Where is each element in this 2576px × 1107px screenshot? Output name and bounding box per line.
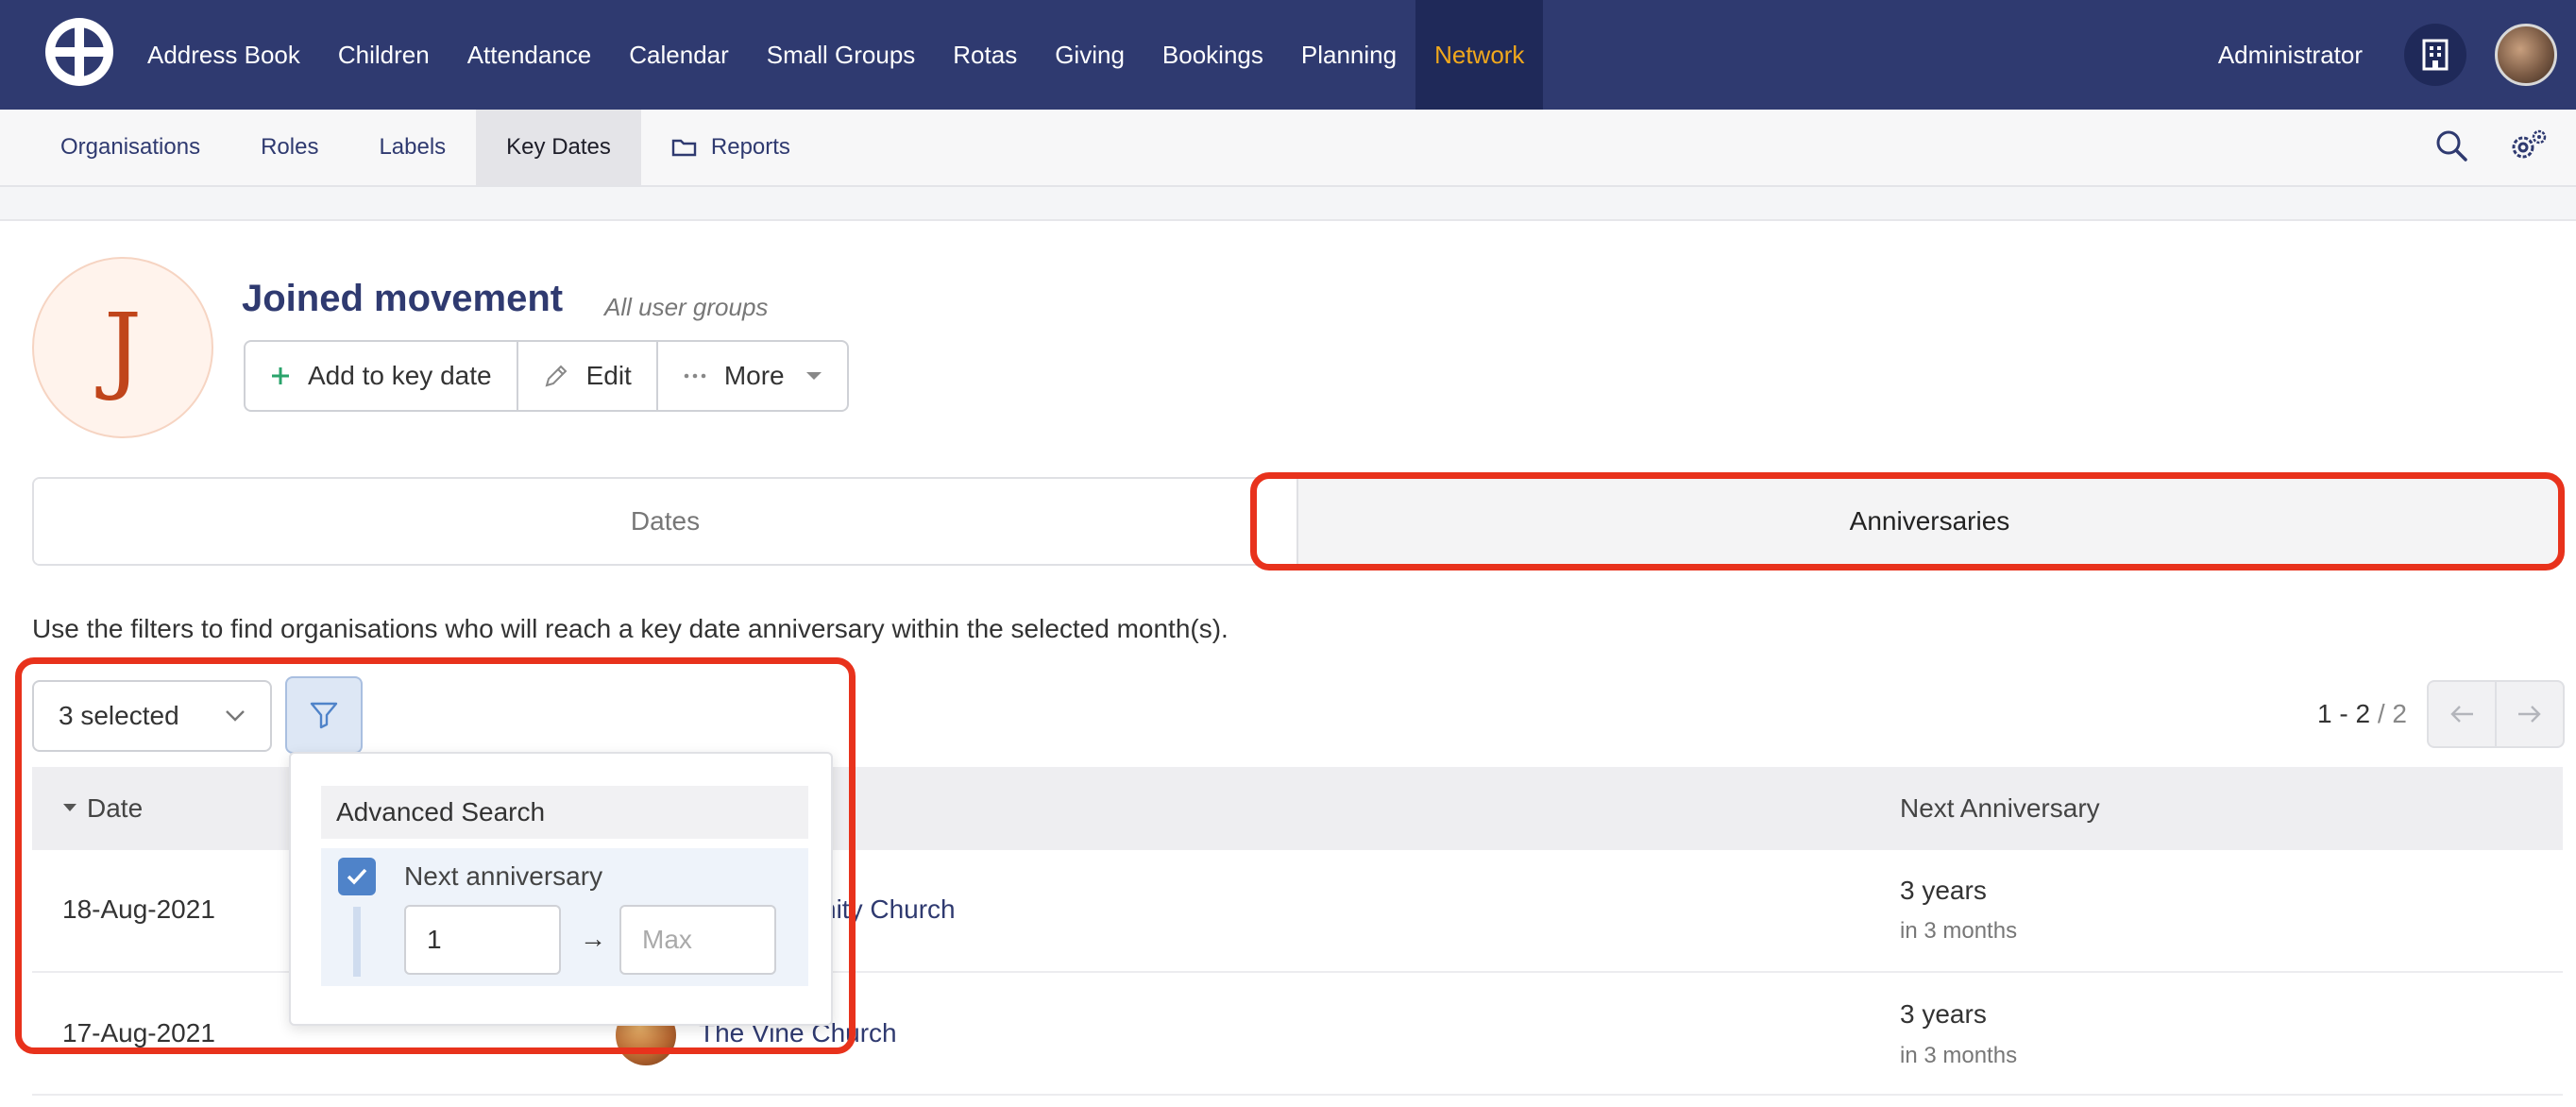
sort-desc-icon[interactable] bbox=[62, 803, 77, 812]
next-anniversary-checkbox[interactable] bbox=[338, 858, 376, 895]
row-when: in 3 months bbox=[1900, 918, 2018, 944]
key-date-avatar: J bbox=[32, 257, 213, 438]
folder-icon bbox=[671, 137, 698, 158]
tab-organisations[interactable]: Organisations bbox=[30, 110, 230, 185]
row-when: in 3 months bbox=[1900, 1043, 2018, 1068]
range-arrow: → bbox=[580, 924, 606, 953]
row-date: 18-Aug-2021 bbox=[62, 894, 215, 924]
filter-icon bbox=[309, 700, 339, 730]
previous-page-button[interactable] bbox=[2429, 682, 2497, 746]
min-years-input[interactable] bbox=[404, 905, 561, 975]
row-years: 3 years bbox=[1900, 876, 1987, 905]
avatar[interactable] bbox=[2495, 24, 2557, 86]
pagination-range: 1 - 2 bbox=[2317, 699, 2371, 728]
logo-icon[interactable] bbox=[45, 18, 113, 86]
nav-item-rotas[interactable]: Rotas bbox=[934, 0, 1036, 110]
tab-roles[interactable]: Roles bbox=[230, 110, 348, 185]
tab-key-dates[interactable]: Key Dates bbox=[476, 110, 641, 185]
plus-icon bbox=[270, 366, 291, 386]
column-header-date[interactable]: Date bbox=[87, 793, 143, 824]
arrow-right-icon bbox=[2517, 704, 2543, 724]
top-navigation-bar: Address Book Children Attendance Calenda… bbox=[0, 0, 2576, 110]
nav-item-giving[interactable]: Giving bbox=[1036, 0, 1144, 110]
more-label: More bbox=[723, 361, 785, 390]
month-select[interactable]: 3 selected bbox=[32, 680, 272, 752]
next-anniversary-filter: Next anniversary → bbox=[321, 848, 808, 986]
nav-item-attendance[interactable]: Attendance bbox=[449, 0, 611, 110]
pencil-icon bbox=[543, 363, 569, 389]
chevron-down-icon bbox=[225, 709, 246, 723]
pagination-total: / 2 bbox=[2377, 699, 2407, 728]
edit-button[interactable]: Edit bbox=[518, 342, 658, 410]
sub-navigation-bar: Organisations Roles Labels Key Dates Rep… bbox=[0, 110, 2576, 187]
nav-item-bookings[interactable]: Bookings bbox=[1144, 0, 1282, 110]
nav-item-address-book[interactable]: Address Book bbox=[128, 0, 319, 110]
page-title: Joined movement bbox=[242, 278, 564, 319]
arrow-left-icon bbox=[2449, 704, 2475, 724]
column-header-next-anniversary[interactable]: Next Anniversary bbox=[1900, 793, 2100, 824]
main-menu: Address Book Children Attendance Calenda… bbox=[128, 0, 1544, 110]
nav-item-planning[interactable]: Planning bbox=[1282, 0, 1415, 110]
pagination-controls bbox=[2427, 680, 2565, 748]
checkmark-icon bbox=[346, 867, 368, 886]
advanced-search-title: Advanced Search bbox=[321, 786, 808, 839]
row-years: 3 years bbox=[1900, 999, 1987, 1029]
edit-label: Edit bbox=[585, 361, 632, 390]
next-page-button[interactable] bbox=[2497, 682, 2563, 746]
search-icon[interactable] bbox=[2434, 128, 2468, 167]
tab-labels[interactable]: Labels bbox=[348, 110, 476, 185]
building-icon[interactable] bbox=[2404, 24, 2466, 86]
max-years-input[interactable] bbox=[619, 905, 776, 975]
advanced-search-popover: Advanced Search Next anniversary → bbox=[289, 752, 833, 1026]
tab-reports[interactable]: Reports bbox=[641, 110, 821, 185]
nav-item-calendar[interactable]: Calendar bbox=[610, 0, 748, 110]
page-subtitle: All user groups bbox=[604, 293, 769, 321]
settings-gear-icon[interactable] bbox=[2508, 128, 2548, 167]
pagination-summary: 1 - 2 / 2 bbox=[2317, 699, 2407, 729]
row-date: 17-Aug-2021 bbox=[62, 1018, 215, 1047]
add-to-key-date-button[interactable]: Add to key date bbox=[246, 342, 518, 410]
nav-item-small-groups[interactable]: Small Groups bbox=[748, 0, 935, 110]
next-anniversary-label: Next anniversary bbox=[404, 861, 603, 891]
filter-indent-bar bbox=[353, 907, 361, 977]
user-role-label[interactable]: Administrator bbox=[2218, 41, 2363, 70]
filter-hint-text: Use the filters to find organisations wh… bbox=[32, 614, 1229, 643]
filter-toggle-button[interactable] bbox=[285, 676, 363, 754]
add-to-key-date-label: Add to key date bbox=[308, 361, 492, 390]
nav-item-network[interactable]: Network bbox=[1415, 0, 1544, 110]
month-select-value: 3 selected bbox=[59, 701, 179, 730]
caret-down-icon bbox=[805, 371, 822, 381]
nav-item-children[interactable]: Children bbox=[319, 0, 449, 110]
ellipsis-icon bbox=[683, 372, 707, 380]
tab-anniversaries[interactable]: Anniversaries bbox=[1298, 479, 2561, 564]
tab-reports-label: Reports bbox=[710, 134, 790, 160]
more-button[interactable]: More bbox=[658, 342, 847, 410]
tab-dates[interactable]: Dates bbox=[34, 479, 1298, 564]
view-tabs: Dates Anniversaries bbox=[32, 477, 2563, 566]
action-button-group: Add to key date Edit More bbox=[244, 340, 849, 412]
